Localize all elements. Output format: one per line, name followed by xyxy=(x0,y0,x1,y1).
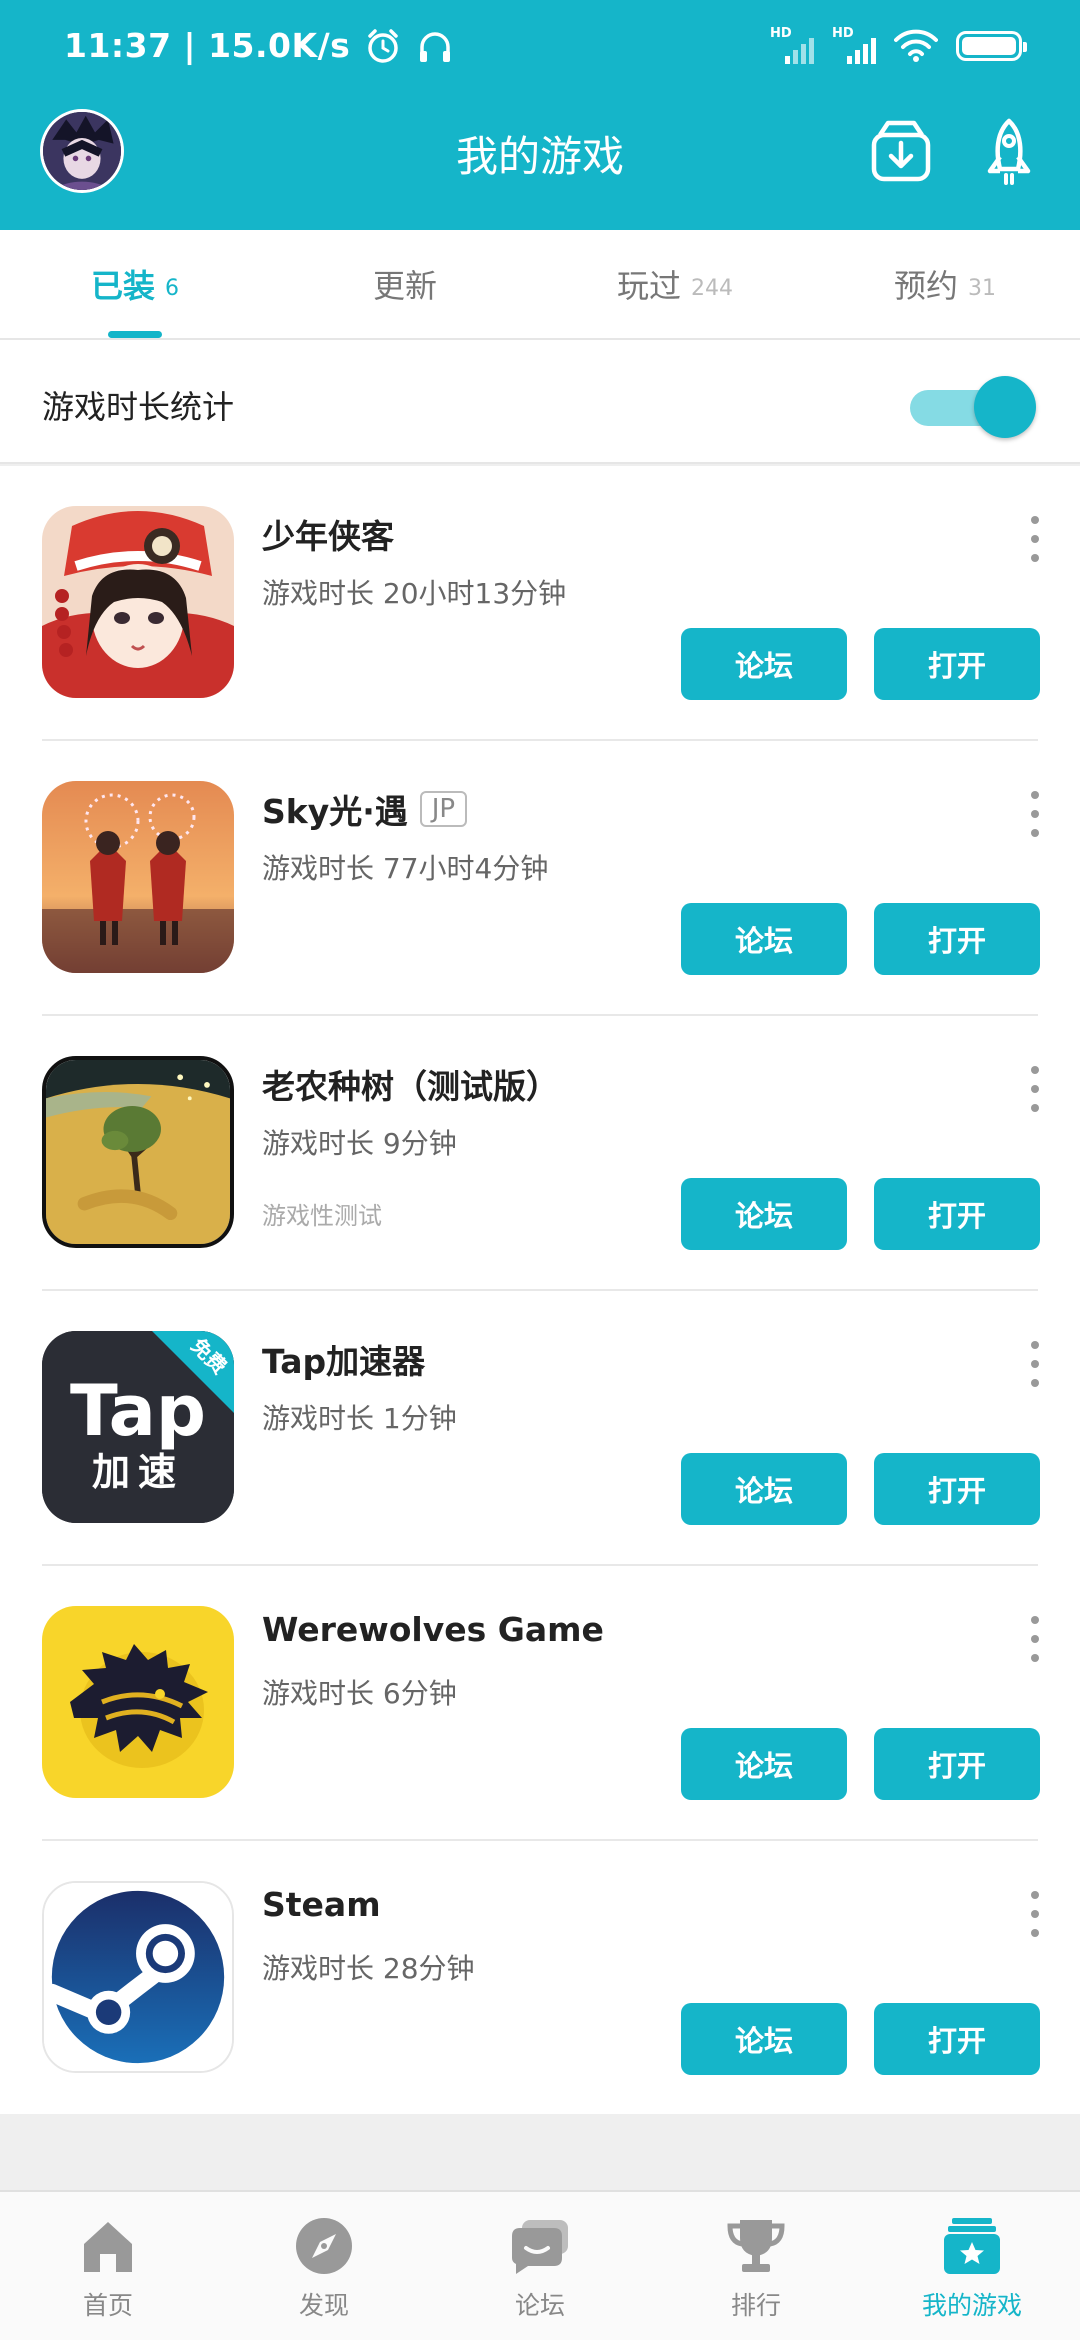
game-name: Tap加速器 xyxy=(262,1335,425,1383)
game-name-text: 老农种树（测试版） xyxy=(262,1067,559,1106)
open-button[interactable]: 打开 xyxy=(874,1453,1040,1525)
forum-button[interactable]: 论坛 xyxy=(681,628,847,700)
tab-updates-label: 更新 xyxy=(372,267,437,305)
forum-icon xyxy=(512,2220,568,2274)
game-play-time: 游戏时长 6分钟 xyxy=(262,1677,457,1710)
forum-button[interactable]: 论坛 xyxy=(681,1453,847,1525)
more-options-icon[interactable] xyxy=(1022,516,1048,562)
playtime-stats-row: 游戏时长统计 xyxy=(0,340,1080,464)
game-test-note: 游戏性测试 xyxy=(262,1202,382,1230)
game-name: Steam xyxy=(262,1885,381,1924)
game-item-laonong[interactable]: 老农种树（测试版） 游戏时长 9分钟 游戏性测试 论坛 打开 xyxy=(0,1016,1080,1291)
nav-my-games-label: 我的游戏 xyxy=(921,2291,1022,2320)
status-right: HD HD xyxy=(770,26,1027,66)
trophy-icon xyxy=(727,2220,785,2272)
headphones-icon xyxy=(416,27,454,65)
title-bar: 我的游戏 xyxy=(0,95,1080,230)
game-item-shaonian-xiake[interactable]: 少年侠客 游戏时长 20小时13分钟 论坛 打开 xyxy=(0,466,1080,741)
game-name: Werewolves Game xyxy=(262,1610,604,1649)
bottom-navigation: 首页 发现 论坛 排行 我的游戏 xyxy=(0,2190,1080,2340)
forum-button[interactable]: 论坛 xyxy=(681,1728,847,1800)
wifi-icon xyxy=(894,29,938,63)
game-play-time: 游戏时长 20小时13分钟 xyxy=(262,577,567,610)
tab-installed[interactable]: 已装 6 xyxy=(0,230,270,338)
region-tag: JP xyxy=(419,791,468,827)
more-options-icon[interactable] xyxy=(1022,1891,1048,1937)
game-play-time: 游戏时长 9分钟 xyxy=(262,1127,457,1160)
nav-discover[interactable]: 发现 xyxy=(216,2192,432,2340)
status-time-speed: 11:37 | 15.0K/s xyxy=(64,26,351,65)
tab-installed-label: 已装 xyxy=(90,267,155,305)
open-button[interactable]: 打开 xyxy=(874,903,1040,975)
battery-icon xyxy=(956,31,1027,61)
game-icon-tap-accelerator: 免费 Tap 加速 xyxy=(42,1331,234,1523)
forum-button[interactable]: 论坛 xyxy=(681,2003,847,2075)
game-name: 老农种树（测试版） xyxy=(262,1060,559,1108)
game-play-time: 游戏时长 1分钟 xyxy=(262,1402,457,1435)
tap-main-text: Tap xyxy=(70,1370,206,1452)
more-options-icon[interactable] xyxy=(1022,1341,1048,1387)
nav-ranking-label: 排行 xyxy=(730,2291,781,2320)
game-icon-steam xyxy=(42,1881,234,2073)
toggle-knob xyxy=(974,376,1036,438)
rocket-icon[interactable] xyxy=(976,117,1042,187)
game-item-sky[interactable]: Sky光·遇 JP 游戏时长 77小时4分钟 论坛 打开 xyxy=(0,741,1080,1016)
game-name-text: Werewolves Game xyxy=(262,1610,604,1649)
status-bar: 11:37 | 15.0K/s HD HD xyxy=(0,0,1080,95)
download-manager-icon[interactable] xyxy=(868,117,934,187)
home-icon xyxy=(84,2222,132,2272)
game-play-time: 游戏时长 77小时4分钟 xyxy=(262,852,549,885)
open-button[interactable]: 打开 xyxy=(874,1728,1040,1800)
nav-home-label: 首页 xyxy=(82,2291,133,2320)
status-left: 11:37 | 15.0K/s xyxy=(64,26,454,65)
game-icon-laonong xyxy=(42,1056,234,1248)
signal-1-icon: HD xyxy=(770,26,814,66)
tab-updates[interactable]: 更新 xyxy=(270,230,540,338)
game-item-werewolves[interactable]: Werewolves Game 游戏时长 6分钟 论坛 打开 xyxy=(0,1566,1080,1841)
playtime-stats-label: 游戏时长统计 xyxy=(42,388,235,426)
game-name-text: Sky光·遇 xyxy=(262,792,408,831)
tab-reserved-label: 预约 xyxy=(893,267,958,305)
open-button[interactable]: 打开 xyxy=(874,628,1040,700)
tab-installed-count: 6 xyxy=(165,275,179,301)
forum-button[interactable]: 论坛 xyxy=(681,903,847,975)
tab-played[interactable]: 玩过 244 xyxy=(540,230,810,338)
nav-home[interactable]: 首页 xyxy=(0,2192,216,2340)
game-name: Sky光·遇 JP xyxy=(262,785,468,833)
open-button[interactable]: 打开 xyxy=(874,1178,1040,1250)
compass-icon xyxy=(296,2218,352,2274)
nav-forum[interactable]: 论坛 xyxy=(432,2192,648,2340)
more-options-icon[interactable] xyxy=(1022,791,1048,837)
tab-played-label: 玩过 xyxy=(616,267,681,305)
playtime-stats-toggle[interactable] xyxy=(910,376,1036,438)
signal-2-icon: HD xyxy=(832,26,876,66)
game-icon-werewolves xyxy=(42,1606,234,1798)
game-tabs: 已装 6 更新 玩过 244 预约 31 xyxy=(0,230,1080,340)
more-options-icon[interactable] xyxy=(1022,1066,1048,1112)
game-name-text: Steam xyxy=(262,1885,381,1924)
nav-ranking[interactable]: 排行 xyxy=(648,2192,864,2340)
tab-reserved-count: 31 xyxy=(968,275,996,301)
game-name-text: Tap加速器 xyxy=(262,1342,426,1381)
game-name-text: 少年侠客 xyxy=(262,517,394,556)
my-games-icon xyxy=(944,2218,1000,2274)
game-name: 少年侠客 xyxy=(262,510,394,558)
game-item-tap-accelerator[interactable]: 免费 Tap 加速 Tap加速器 游戏时长 1分钟 论坛 打开 xyxy=(0,1291,1080,1566)
game-icon-shaonian-xiake xyxy=(42,506,234,698)
installed-games-list: 少年侠客 游戏时长 20小时13分钟 论坛 打开 Sky光·遇 JP 游戏时长 … xyxy=(0,466,1080,2114)
game-item-steam[interactable]: Steam 游戏时长 28分钟 论坛 打开 xyxy=(0,1841,1080,2116)
tab-reserved[interactable]: 预约 31 xyxy=(810,230,1080,338)
game-play-time: 游戏时长 28分钟 xyxy=(262,1952,475,1985)
more-options-icon[interactable] xyxy=(1022,1616,1048,1662)
game-icon-sky xyxy=(42,781,234,973)
forum-button[interactable]: 论坛 xyxy=(681,1178,847,1250)
tab-played-count: 244 xyxy=(691,275,733,301)
open-button[interactable]: 打开 xyxy=(874,2003,1040,2075)
alarm-icon xyxy=(364,27,402,65)
nav-discover-label: 发现 xyxy=(298,2291,349,2320)
nav-my-games[interactable]: 我的游戏 xyxy=(864,2192,1080,2340)
nav-forum-label: 论坛 xyxy=(514,2291,565,2320)
tap-sub-text: 加速 xyxy=(92,1450,184,1494)
app-header: 11:37 | 15.0K/s HD HD 我的游戏 xyxy=(0,0,1080,230)
